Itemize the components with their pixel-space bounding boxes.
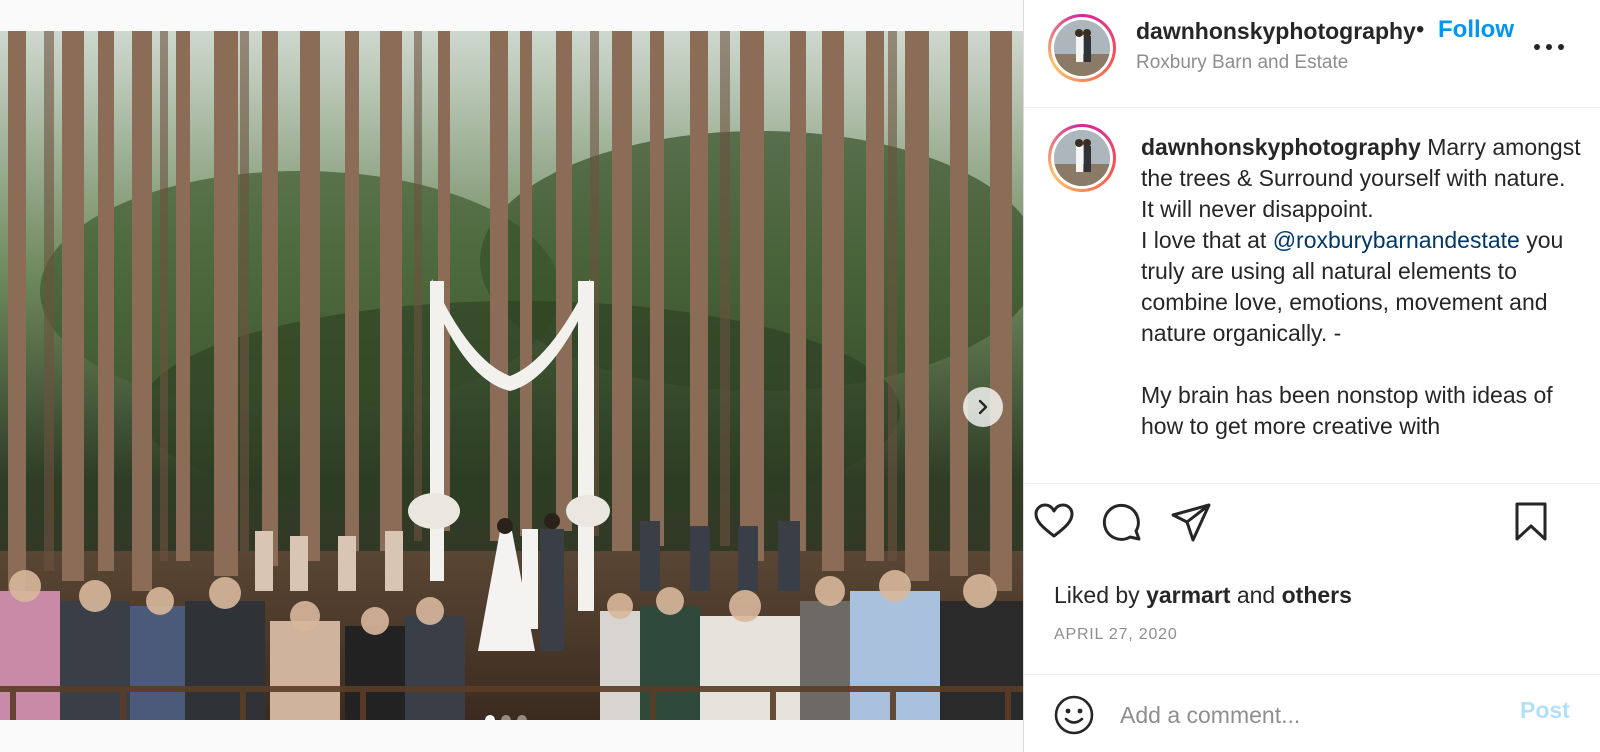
post-date[interactable]: APRIL 27, 2020 [1054, 626, 1178, 644]
caption-text: My brain has been nonstop with ideas of … [1141, 382, 1553, 439]
comment-button[interactable] [1100, 500, 1144, 544]
chevron-right-icon [978, 399, 988, 415]
carousel-dot-active [485, 715, 495, 720]
post-sidebar: dawnhonskyphotography • Follow Roxbury B… [1023, 0, 1600, 752]
caption-text: I love that at [1141, 227, 1273, 253]
carousel-dot [501, 715, 511, 720]
header-separator: • [1416, 16, 1425, 43]
post-comment-button[interactable]: Post [1520, 697, 1570, 724]
mention-link[interactable]: @roxburybarnandestate [1273, 227, 1520, 253]
post-header: dawnhonskyphotography • Follow Roxbury B… [1024, 0, 1600, 108]
follow-button[interactable]: Follow [1438, 16, 1514, 44]
avatar-photo [1054, 20, 1110, 76]
liked-by-others-link[interactable]: others [1282, 582, 1352, 608]
like-button[interactable] [1032, 500, 1076, 544]
post-caption: dawnhonskyphotography Marry amongst the … [1141, 132, 1581, 442]
caption-username[interactable]: dawnhonskyphotography [1141, 134, 1421, 160]
carousel-indicator [485, 715, 527, 720]
instagram-post-view: dawnhonskyphotography • Follow Roxbury B… [0, 0, 1600, 752]
bookmark-icon [1515, 502, 1547, 541]
emoji-smile-icon [1054, 695, 1094, 735]
likes-text: Liked by [1054, 582, 1147, 608]
more-horizontal-icon [1534, 44, 1564, 50]
comment-input[interactable] [1120, 695, 1500, 735]
location-link[interactable]: Roxbury Barn and Estate [1136, 52, 1348, 74]
carousel-dot [517, 715, 527, 720]
caption-section: dawnhonskyphotography Marry amongst the … [1024, 108, 1600, 484]
caption-text: It will never disappoint. [1141, 196, 1374, 222]
post-photo[interactable] [0, 31, 1023, 720]
comment-composer: Post [1024, 674, 1600, 752]
liked-by-user-link[interactable]: yarmart [1146, 582, 1230, 608]
likes-summary: Liked by yarmart and others [1054, 582, 1352, 609]
action-bar [1024, 500, 1600, 560]
avatar[interactable] [1048, 14, 1116, 82]
share-button[interactable] [1169, 500, 1213, 544]
header-username[interactable]: dawnhonskyphotography [1136, 18, 1426, 45]
save-button[interactable] [1509, 500, 1553, 544]
groom [540, 529, 564, 651]
comment-bubble-icon [1102, 503, 1141, 541]
emoji-button[interactable] [1052, 693, 1096, 737]
more-options-button[interactable] [1529, 30, 1569, 60]
wedding-forest-photo [0, 31, 1023, 720]
caption-avatar[interactable] [1048, 124, 1116, 192]
heart-icon [1034, 503, 1074, 538]
likes-text: and [1230, 582, 1282, 608]
paper-plane-icon [1171, 503, 1211, 542]
next-image-button[interactable] [963, 387, 1003, 427]
avatar-photo [1054, 130, 1110, 186]
